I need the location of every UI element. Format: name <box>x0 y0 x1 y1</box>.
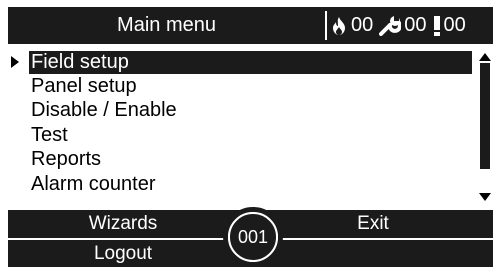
header-bar: Main menu 00 00 00 <box>8 7 493 44</box>
menu-item-label: Alarm counter <box>31 173 156 195</box>
selection-pointer-icon <box>11 56 19 68</box>
warning-counter: 00 <box>433 14 466 37</box>
fire-count: 00 <box>351 14 374 36</box>
counter-badge: 001 <box>223 207 283 267</box>
fault-counter: 00 <box>379 14 427 37</box>
menu-item-label: Field setup <box>31 51 129 73</box>
menu-list: Field setup Panel setup Disable / Enable… <box>8 47 473 209</box>
wizards-button[interactable]: Wizards <box>8 210 238 238</box>
menu-item-label: Disable / Enable <box>31 99 177 121</box>
menu-item-test[interactable]: Test <box>8 124 473 147</box>
menu-item-panel-setup[interactable]: Panel setup <box>8 75 473 98</box>
panel-screen: Main menu 00 00 00 Field setup Panel set… <box>8 7 493 267</box>
fault-count: 00 <box>404 14 427 36</box>
scroll-up-arrow-icon[interactable] <box>479 53 491 61</box>
warning-count: 00 <box>443 14 466 36</box>
menu-item-label: Panel setup <box>31 75 137 97</box>
menu-item-label: Test <box>31 124 68 146</box>
status-counters: 00 00 00 <box>330 7 472 44</box>
header-divider <box>325 11 327 40</box>
scrollbar-thumb[interactable] <box>480 63 490 169</box>
menu-item-disable-enable[interactable]: Disable / Enable <box>8 99 473 122</box>
counter-value: 001 <box>228 212 278 262</box>
wrench-icon <box>379 15 402 36</box>
logout-button[interactable]: Logout <box>8 240 238 267</box>
exclamation-icon <box>433 15 440 36</box>
menu-item-field-setup[interactable]: Field setup <box>8 51 473 74</box>
menu-item-label: Reports <box>31 148 102 170</box>
fire-icon <box>333 16 345 35</box>
menu-item-alarm-counter[interactable]: Alarm counter <box>8 173 473 196</box>
page-title: Main menu <box>117 14 216 36</box>
menu-item-reports[interactable]: Reports <box>8 148 473 171</box>
fire-counter: 00 <box>330 14 373 37</box>
scroll-down-arrow-icon[interactable] <box>479 193 491 201</box>
exit-button[interactable]: Exit <box>253 210 493 238</box>
